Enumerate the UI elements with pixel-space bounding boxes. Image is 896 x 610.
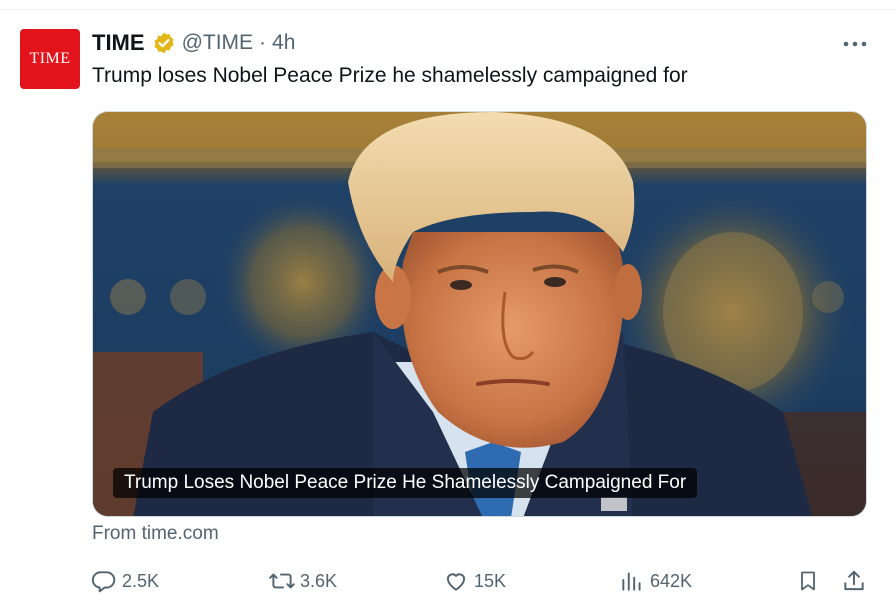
reply-icon [90,567,118,595]
action-bar: 2.5K 3.6K 15K 642K [0,564,896,598]
card-caption: Trump Loses Nobel Peace Prize He Shamele… [113,468,698,498]
share-icon [840,567,868,595]
author-handle[interactable]: @TIME [182,31,253,55]
reply-button[interactable]: 2.5K [90,564,159,598]
like-count: 15K [474,570,507,591]
like-button[interactable]: 15K [442,564,506,598]
avatar-logo-text: TIME [29,50,71,67]
card-photo [93,112,866,516]
tweet-timestamp[interactable]: 4h [272,31,295,55]
header-separator: · [259,31,267,54]
more-icon[interactable] [838,32,872,56]
card-source-link[interactable]: From time.com [92,523,219,545]
tweet-header: TIME @TIME · 4h [92,30,295,56]
author-name[interactable]: TIME [92,30,145,56]
like-icon [442,567,470,595]
view-count: 642K [650,570,693,591]
views-icon [618,567,646,595]
share-button[interactable] [840,564,868,598]
top-divider [0,0,896,10]
avatar[interactable]: TIME [20,29,80,89]
bookmark-button[interactable] [794,564,822,598]
tweet-text: Trump loses Nobel Peace Prize he shamele… [92,64,688,87]
reply-count: 2.5K [122,570,160,591]
retweet-count: 3.6K [300,570,338,591]
verified-badge-icon[interactable] [152,31,176,55]
views-button[interactable]: 642K [618,564,692,598]
bookmark-icon [794,567,822,595]
retweet-button[interactable]: 3.6K [268,564,337,598]
retweet-icon [268,567,296,595]
link-card[interactable]: Trump Loses Nobel Peace Prize He Shamele… [92,111,867,517]
